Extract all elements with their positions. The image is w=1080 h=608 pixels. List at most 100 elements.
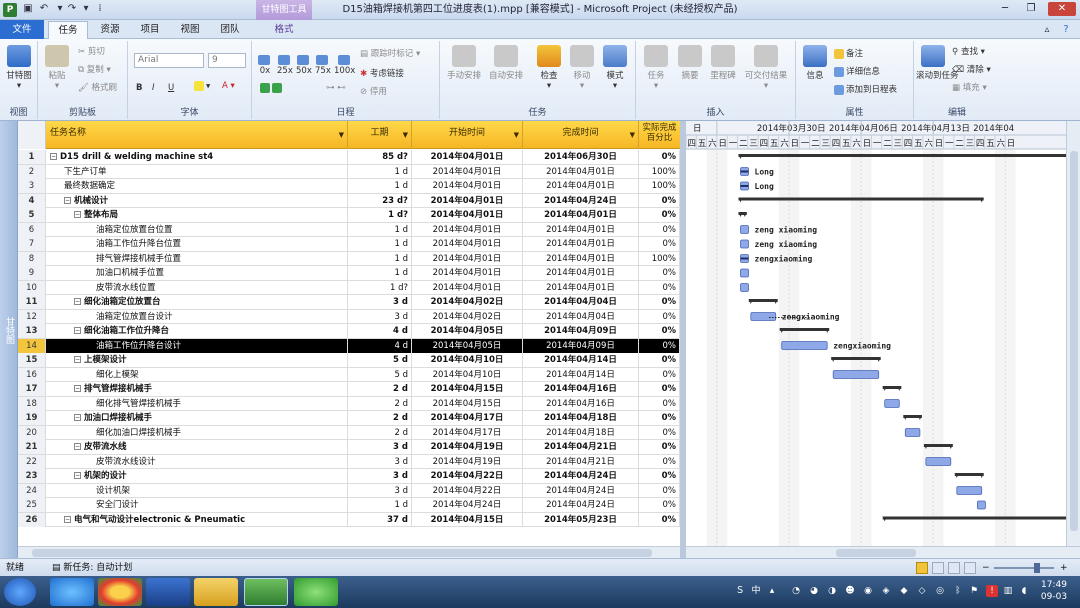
pct-complete-cell[interactable]: 0%	[639, 367, 680, 382]
resource-sheet-shortcut-icon[interactable]	[964, 562, 976, 574]
file-explorer-icon[interactable]	[194, 578, 238, 606]
start-cell[interactable]: 2014年04月22日	[412, 469, 523, 483]
finish-cell[interactable]: 2014年04月18日	[523, 425, 639, 440]
duration-cell[interactable]: 3 d	[348, 440, 412, 454]
bluetooth-icon[interactable]: ᛒ	[952, 585, 964, 597]
task-name-cell[interactable]: 细化加油口焊接机械手	[46, 425, 348, 440]
task-name-cell[interactable]: − 排气管焊接机械手	[46, 382, 348, 396]
task-name-cell[interactable]: − 加油口焊接机械手	[46, 411, 348, 425]
start-cell[interactable]: 2014年04月01日	[412, 222, 523, 237]
duration-cell[interactable]: 3 d	[348, 295, 412, 309]
row-number[interactable]: 12	[18, 309, 46, 324]
pct-complete-cell[interactable]: 0%	[639, 469, 680, 483]
team-planner-shortcut-icon[interactable]	[948, 562, 960, 574]
start-cell[interactable]: 2014年04月24日	[412, 498, 523, 512]
finish-cell[interactable]: 2014年04月24日	[523, 498, 639, 512]
duration-cell[interactable]: 2 d	[348, 382, 412, 396]
zoom-slider[interactable]	[994, 567, 1054, 569]
collapse-toggle-icon[interactable]: −	[74, 356, 81, 363]
task-bar[interactable]	[976, 500, 986, 510]
duration-cell[interactable]: 1 d?	[348, 280, 412, 295]
pct-complete-cell[interactable]: 100%	[639, 179, 680, 193]
row-number[interactable]: 23	[18, 469, 46, 483]
column-header-duration[interactable]: 工期 ▼	[348, 121, 412, 149]
gantt-chart[interactable]: 日 2014年03月30日 2014年04月06日 2014年04月13日 2014年0…	[686, 121, 1066, 546]
start-cell[interactable]: 2014年04月15日	[412, 396, 523, 411]
task-name-cell[interactable]: − 机架的设计	[46, 469, 348, 483]
start-cell[interactable]: 2014年04月01日	[412, 208, 523, 222]
mode-button[interactable]: 模式 ▾	[600, 45, 630, 91]
finish-cell[interactable]: 2014年06月30日	[523, 150, 639, 164]
finish-cell[interactable]: 2014年04月04日	[523, 309, 639, 324]
help-icon[interactable]: ?	[1058, 21, 1074, 39]
pct-50-button[interactable]: 50x	[296, 55, 312, 76]
undo-dropdown-icon[interactable]: ▾	[54, 3, 66, 15]
move-button[interactable]: 移动 ▾	[568, 45, 596, 91]
collapse-toggle-icon[interactable]: −	[74, 414, 81, 421]
duration-cell[interactable]: 1 d	[348, 498, 412, 512]
summary-bar[interactable]	[954, 473, 984, 476]
task-bar[interactable]	[925, 457, 952, 466]
pct-complete-cell[interactable]: 0%	[639, 454, 680, 469]
tray-icon-h[interactable]: ◇	[916, 585, 928, 597]
task-name-cell[interactable]: 设计机架	[46, 483, 348, 498]
table-row[interactable]: 7 油箱工作位升降台位置 1 d 2014年04月01日 2014年04月01日 0%	[18, 237, 680, 252]
finish-cell[interactable]: 2014年04月01日	[523, 280, 639, 295]
inspect-button[interactable]: 检查 ▾	[534, 45, 564, 91]
pct-complete-cell[interactable]: 100%	[639, 164, 680, 179]
pct-complete-cell[interactable]: 0%	[639, 309, 680, 324]
table-row[interactable]: 3 最终数据确定 1 d 2014年04月01日 2014年04月01日 100%	[18, 179, 680, 194]
table-row[interactable]: 1− D15 drill & welding machine st4 85 d? 20…	[18, 150, 680, 165]
gantt-horizontal-scrollbar[interactable]	[686, 546, 1080, 558]
tray-icon-b[interactable]: ◕	[808, 585, 820, 597]
task-bar[interactable]	[904, 428, 921, 437]
duration-cell[interactable]: 5 d	[348, 353, 412, 367]
inactivate-button[interactable]: ⊘ 停用	[360, 85, 387, 97]
tab-view[interactable]: 视图	[172, 21, 208, 39]
finish-cell[interactable]: 2014年04月21日	[523, 454, 639, 469]
start-cell[interactable]: 2014年04月10日	[412, 353, 523, 367]
duration-cell[interactable]: 1 d	[348, 164, 412, 179]
minimize-icon[interactable]: ─	[994, 2, 1016, 16]
row-number[interactable]: 13	[18, 324, 46, 338]
task-name-cell[interactable]: 安全门设计	[46, 498, 348, 512]
row-number[interactable]: 7	[18, 237, 46, 251]
finish-cell[interactable]: 2014年04月21日	[523, 440, 639, 454]
tray-icon-e[interactable]: ◉	[862, 585, 874, 597]
task-bar[interactable]	[781, 341, 828, 350]
start-cell[interactable]: 2014年04月17日	[412, 411, 523, 425]
row-number[interactable]: 21	[18, 440, 46, 454]
start-cell[interactable]: 2014年04月05日	[412, 324, 523, 338]
table-row[interactable]: 5− 整体布局 1 d? 2014年04月01日 2014年04月01日 0%	[18, 208, 680, 223]
table-row[interactable]: 16 细化上模架 5 d 2014年04月10日 2014年04月14日 0%	[18, 367, 680, 382]
start-cell[interactable]: 2014年04月19日	[412, 440, 523, 454]
table-row[interactable]: 4− 机械设计 23 d? 2014年04月01日 2014年04月24日 0%	[18, 193, 680, 208]
start-cell[interactable]: 2014年04月01日	[412, 179, 523, 193]
redo-icon[interactable]: ↷	[66, 3, 78, 15]
pct-complete-cell[interactable]: 0%	[639, 498, 680, 512]
tab-task[interactable]: 任务	[48, 21, 88, 39]
table-row[interactable]: 18 细化排气管焊接机械手 2 d 2014年04月15日 2014年04月16日 0%	[18, 396, 680, 411]
column-header-name[interactable]: 任务名称 ▼	[46, 121, 348, 149]
pct-complete-cell[interactable]: 0%	[639, 512, 680, 527]
start-cell[interactable]: 2014年04月01日	[412, 266, 523, 280]
finish-cell[interactable]: 2014年04月24日	[523, 483, 639, 498]
table-row[interactable]: 10 皮带流水线位置 1 d? 2014年04月01日 2014年04月01日 0%	[18, 280, 680, 295]
gantt-view-button[interactable]: 甘特图 ▾	[3, 45, 35, 91]
pct-25-button[interactable]: 25x	[277, 55, 293, 76]
start-cell[interactable]: 2014年04月17日	[412, 425, 523, 440]
finish-cell[interactable]: 2014年04月24日	[523, 193, 639, 208]
link-tasks-icons[interactable]: ⊶ ⊷	[326, 83, 346, 93]
minimize-ribbon-icon[interactable]: ▵	[1040, 21, 1054, 39]
task-name-cell[interactable]: 加油口机械手位置	[46, 266, 348, 280]
table-row[interactable]: 6 油箱定位放置台位置 1 d 2014年04月01日 2014年04月01日 0%	[18, 222, 680, 237]
summary-bar[interactable]	[923, 444, 953, 447]
font-size-combo[interactable]: 9	[208, 53, 246, 68]
finish-cell[interactable]: 2014年04月14日	[523, 367, 639, 382]
copy-button[interactable]: ⧉ 复制 ▾	[78, 63, 111, 75]
summary-bar[interactable]	[779, 328, 830, 331]
column-header-start[interactable]: 开始时间 ▼	[412, 121, 523, 149]
table-row[interactable]: 24 设计机架 3 d 2014年04月22日 2014年04月24日 0%	[18, 483, 680, 498]
start-cell[interactable]: 2014年04月01日	[412, 164, 523, 179]
duration-cell[interactable]: 3 d	[348, 309, 412, 324]
